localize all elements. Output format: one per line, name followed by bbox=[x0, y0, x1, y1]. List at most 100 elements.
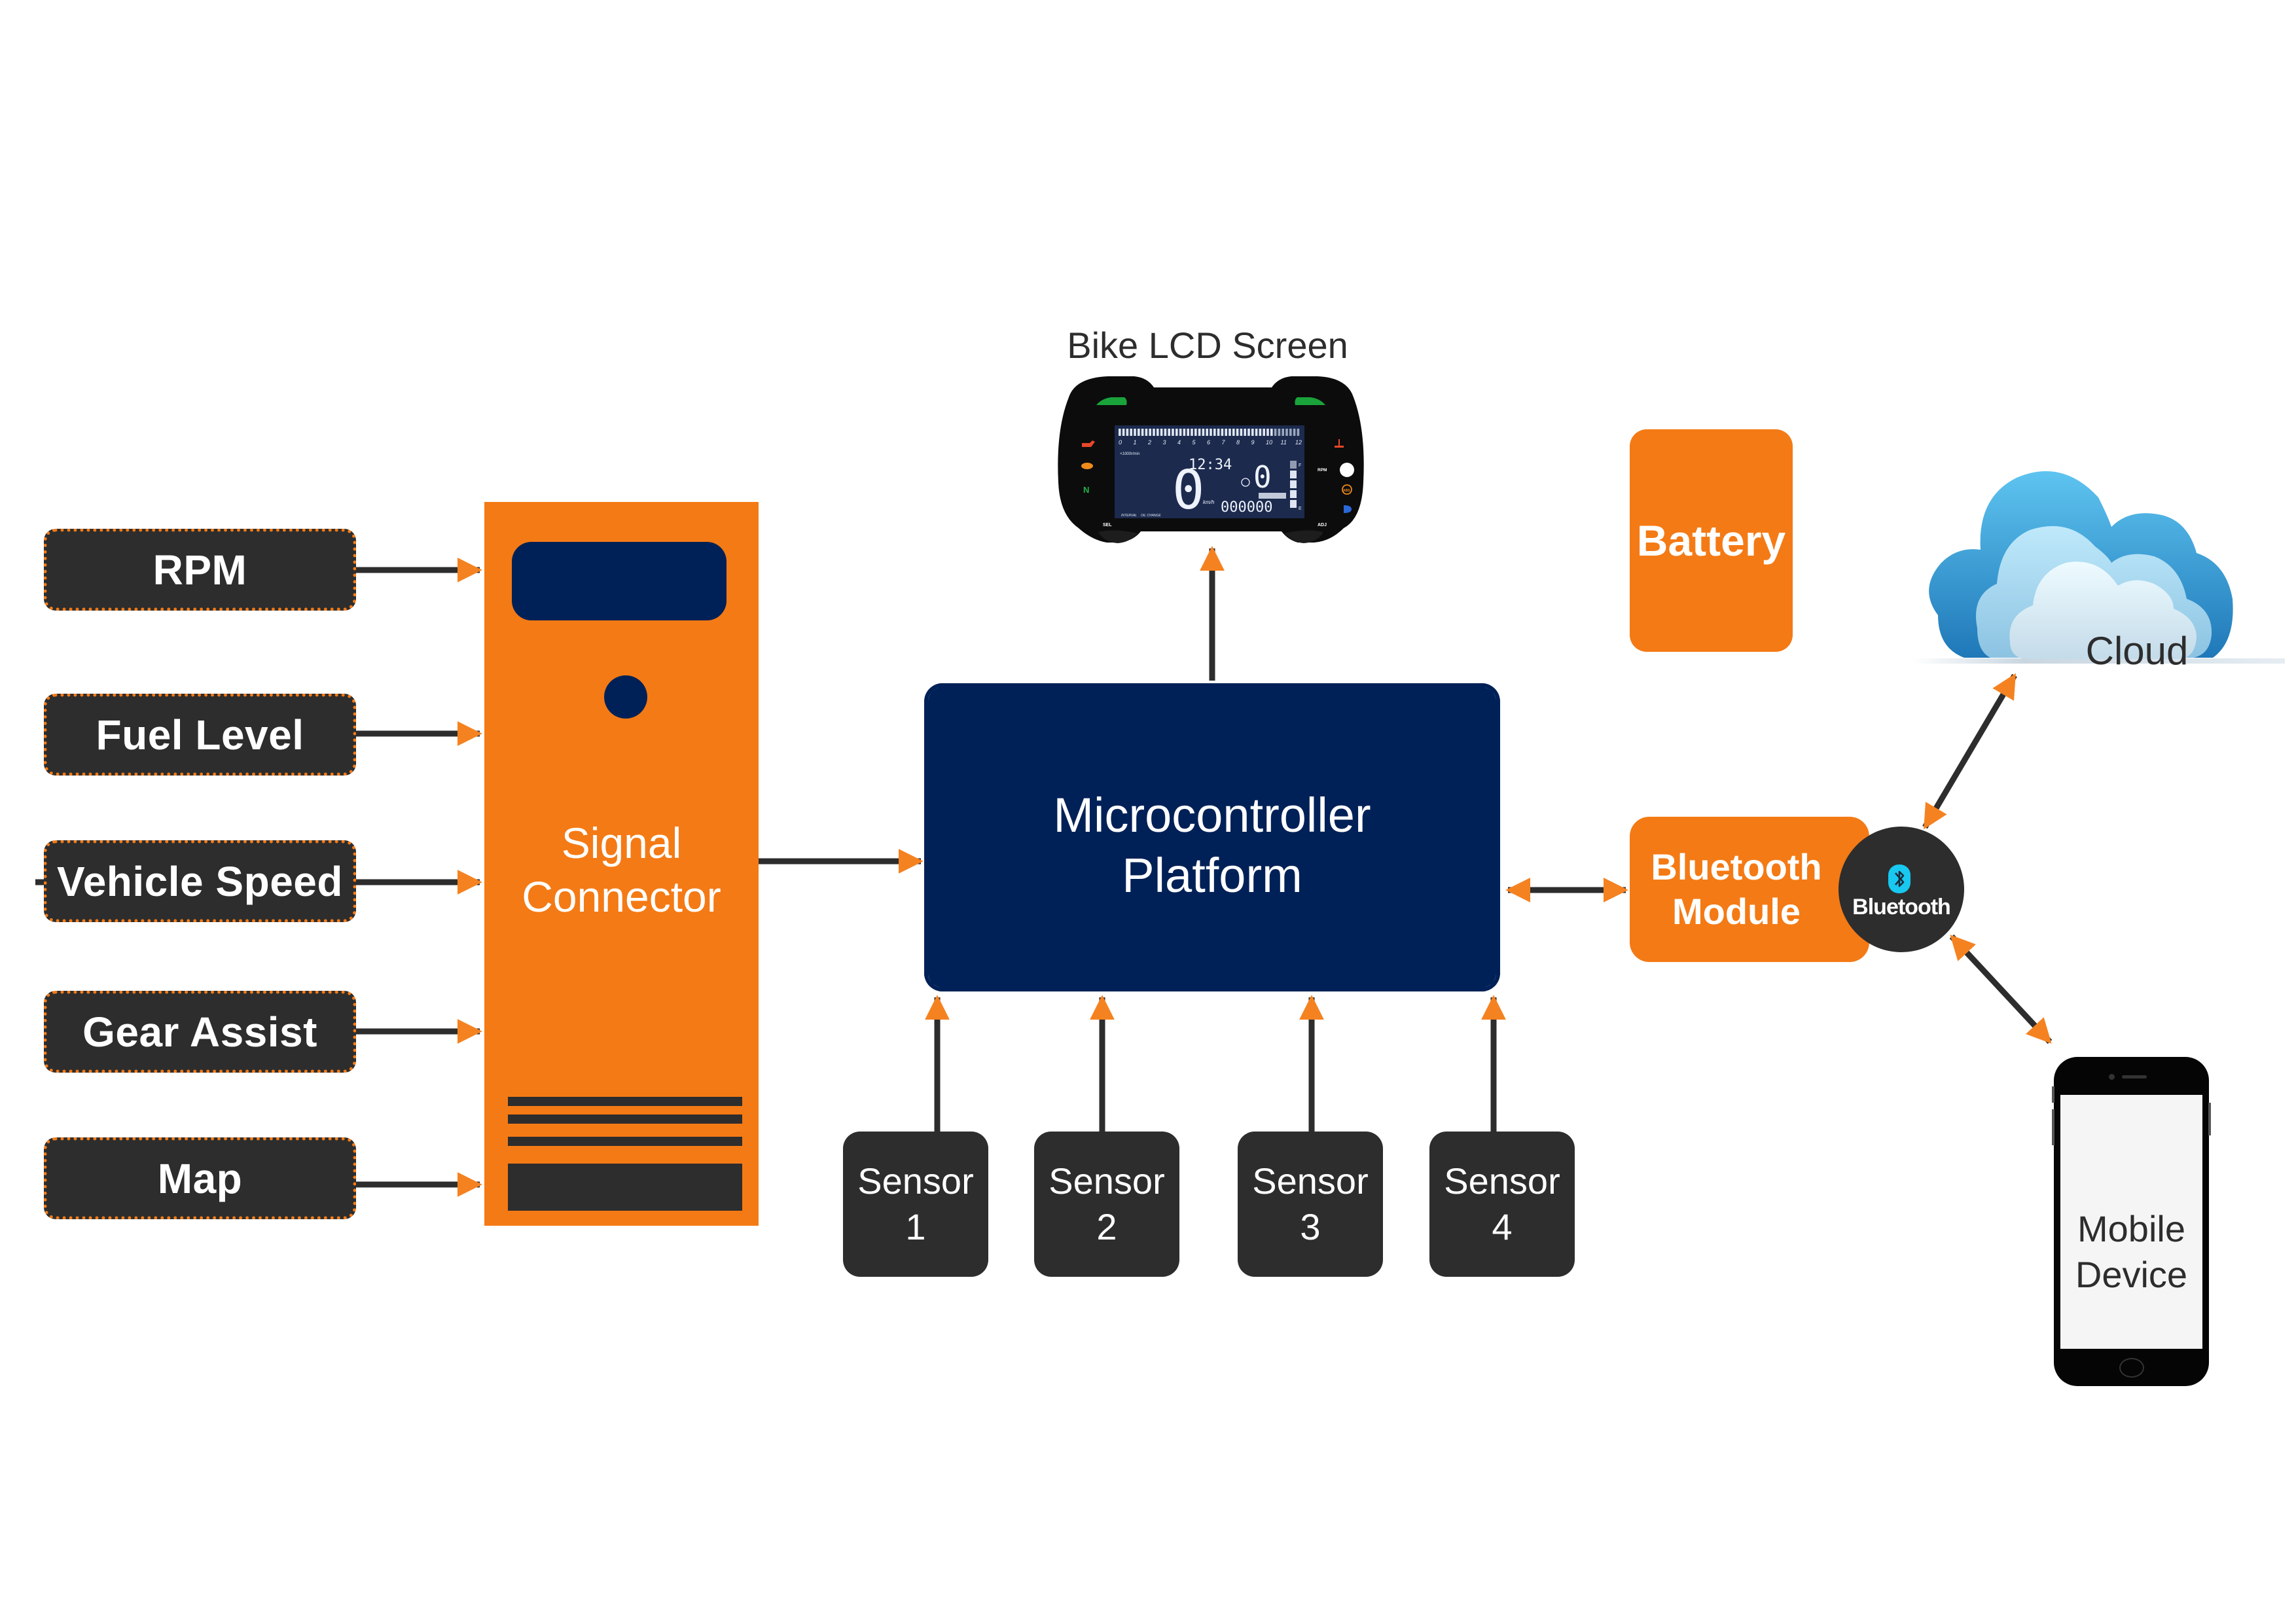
input-label: RPM bbox=[152, 546, 247, 594]
battery-block[interactable]: Battery bbox=[1630, 429, 1793, 652]
sensor-label: Sensor bbox=[1444, 1160, 1560, 1202]
input-fuel-level[interactable]: Fuel Level bbox=[44, 694, 356, 776]
cloud-label: Cloud bbox=[2085, 629, 2189, 673]
rpm-tick-bar bbox=[1213, 429, 1216, 436]
sensor-2[interactable]: Sensor 2 bbox=[1034, 1132, 1179, 1277]
rpm-tick-bar bbox=[1134, 429, 1136, 436]
input-map[interactable]: Map bbox=[44, 1137, 356, 1219]
rpm-tick-bar bbox=[1274, 429, 1277, 436]
rpm-shift-light-icon bbox=[1340, 463, 1354, 477]
connector-display-slot bbox=[512, 542, 726, 620]
sensor-4[interactable]: Sensor 4 bbox=[1429, 1132, 1575, 1277]
rpm-tick-bar bbox=[1236, 429, 1239, 436]
input-label: Map bbox=[157, 1154, 243, 1202]
rpm-unit-label: ×1000r/min bbox=[1120, 452, 1140, 456]
gear-readout: 0 bbox=[1253, 459, 1272, 495]
label-line: Bluetooth bbox=[1651, 846, 1822, 887]
input-gear-assist[interactable]: Gear Assist bbox=[44, 991, 356, 1073]
rpm-scale-label: 1 bbox=[1134, 439, 1137, 446]
label-line: Platform bbox=[1122, 848, 1302, 902]
mobile-device-label: Mobile Device bbox=[2060, 1206, 2202, 1298]
rpm-tick-bar bbox=[1119, 429, 1121, 436]
microcontroller-label: Microcontroller Platform bbox=[928, 785, 1496, 906]
rpm-scale-label: 4 bbox=[1177, 439, 1181, 446]
signal-connector[interactable]: Signal Connector bbox=[484, 502, 759, 1226]
rpm-tick-bar bbox=[1206, 429, 1208, 436]
rpm-tick-bar bbox=[1172, 429, 1174, 436]
rpm-tick-bar bbox=[1244, 429, 1246, 436]
sensor-1[interactable]: Sensor 1 bbox=[843, 1132, 988, 1277]
rpm-scale-label: 0 bbox=[1119, 439, 1122, 446]
phone-mute-switch bbox=[2052, 1086, 2054, 1103]
mobile-device[interactable]: Mobile Device bbox=[2052, 1057, 2211, 1386]
rpm-tick-bar bbox=[1187, 429, 1189, 436]
check-engine-icon bbox=[1081, 463, 1093, 469]
rpm-tick-bar bbox=[1191, 429, 1193, 436]
bluetooth-icon bbox=[1888, 865, 1910, 893]
rpm-tick-bar bbox=[1141, 429, 1144, 436]
neutral-indicator: N bbox=[1083, 485, 1089, 495]
rpm-tick-bar bbox=[1179, 429, 1182, 436]
label-line: Device bbox=[2075, 1254, 2188, 1295]
label-line: Signal bbox=[561, 819, 682, 867]
rpm-tick-bar bbox=[1255, 429, 1258, 436]
adj-button-label: ADJ bbox=[1318, 523, 1327, 527]
gear-label-bg bbox=[1259, 493, 1286, 499]
microcontroller-platform[interactable]: Microcontroller Platform bbox=[924, 683, 1500, 991]
rpm-tick-bar bbox=[1138, 429, 1140, 436]
sensor-label: Sensor bbox=[1252, 1160, 1369, 1202]
rpm-tick-bar bbox=[1194, 429, 1197, 436]
phone-home-button bbox=[2119, 1358, 2144, 1378]
oil-change-label: OIL CHANGE bbox=[1141, 514, 1161, 518]
rpm-tick-bar bbox=[1168, 429, 1170, 436]
rpm-tick-bar bbox=[1259, 429, 1262, 436]
input-label: Vehicle Speed bbox=[57, 857, 343, 905]
rpm-tick-bar bbox=[1202, 429, 1205, 436]
rpm-tick-bar bbox=[1232, 429, 1235, 436]
rpm-tick-bar bbox=[1153, 429, 1155, 436]
input-rpm[interactable]: RPM bbox=[44, 529, 356, 611]
connector-vent-stripe bbox=[508, 1115, 742, 1124]
signal-connector-label: Signal Connector bbox=[484, 816, 759, 923]
rpm-scale-label: 6 bbox=[1207, 439, 1210, 446]
sel-button-label: SEL bbox=[1103, 523, 1112, 527]
rpm-tick-bar bbox=[1149, 429, 1151, 436]
rpm-scale-label: 12 bbox=[1295, 439, 1302, 446]
rpm-tick-bar bbox=[1175, 429, 1178, 436]
rpm-tick-bar bbox=[1285, 429, 1288, 436]
sensor-3[interactable]: Sensor 3 bbox=[1238, 1132, 1383, 1277]
rpm-tick-bar bbox=[1160, 429, 1163, 436]
bluetooth-badge[interactable]: Bluetooth bbox=[1839, 827, 1964, 952]
rpm-scale-label: 9 bbox=[1251, 439, 1255, 446]
rpm-indicator-label: RPM bbox=[1318, 468, 1327, 473]
rpm-tick-bar bbox=[1198, 429, 1201, 436]
bike-lcd-dashboard[interactable]: 0123456789101112 ×1000r/min 12:34 0 GEAR… bbox=[1056, 371, 1366, 545]
rpm-tick-bar bbox=[1289, 429, 1292, 436]
rpm-tick-bar bbox=[1293, 429, 1296, 436]
bluetooth-badge-label: Bluetooth bbox=[1852, 895, 1951, 919]
odometer-readout: 000000 bbox=[1221, 499, 1272, 516]
rpm-tick-bar bbox=[1221, 429, 1224, 436]
sensor-number: 3 bbox=[1300, 1206, 1321, 1247]
interval-label: INTERVAL bbox=[1121, 514, 1137, 518]
phone-screen: Mobile Device bbox=[2060, 1095, 2202, 1349]
fuel-empty-label: E bbox=[1299, 507, 1302, 511]
bluetooth-module[interactable]: Bluetooth Module bbox=[1630, 817, 1869, 962]
rpm-tick-bar bbox=[1130, 429, 1132, 436]
sensor-label: Sensor bbox=[857, 1160, 974, 1202]
rpm-tick-bar bbox=[1240, 429, 1243, 436]
rpm-tick-bar bbox=[1251, 429, 1254, 436]
phone-power-button bbox=[2208, 1103, 2211, 1135]
input-vehicle-speed[interactable]: Vehicle Speed bbox=[44, 840, 356, 922]
input-label: Fuel Level bbox=[96, 711, 304, 758]
rpm-tick-bar bbox=[1210, 429, 1212, 436]
sensor-number: 4 bbox=[1492, 1206, 1513, 1247]
rpm-tick-bar bbox=[1266, 429, 1269, 436]
rpm-tick-bar bbox=[1247, 429, 1250, 436]
abs-warning-label: ABS bbox=[1343, 489, 1350, 493]
rpm-tick-bar bbox=[1217, 429, 1220, 436]
rpm-tick-bar bbox=[1164, 429, 1167, 436]
label-line: Connector bbox=[522, 872, 721, 921]
rpm-tick-bar bbox=[1282, 429, 1284, 436]
connector-vent-stripe bbox=[508, 1137, 742, 1146]
